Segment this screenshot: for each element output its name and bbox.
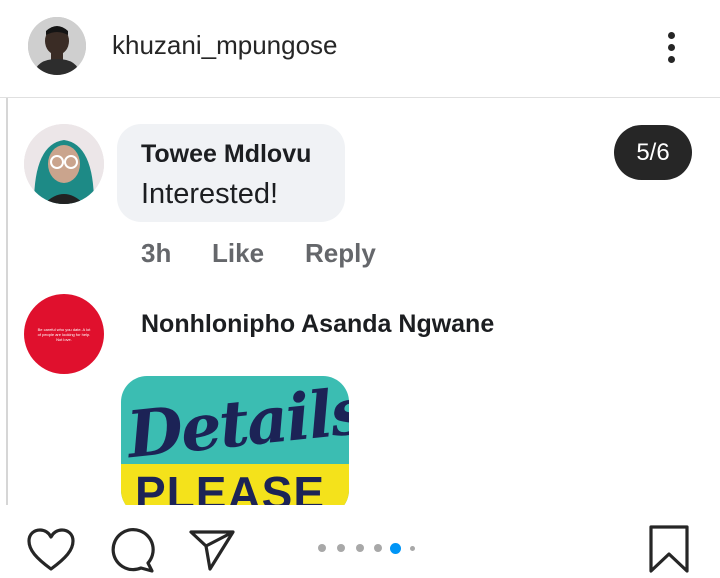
sticker-text: Details — [123, 376, 349, 474]
profile-avatar[interactable] — [28, 17, 86, 75]
post-media[interactable] — [0, 98, 720, 505]
comment-icon[interactable] — [108, 527, 156, 573]
commenter-avatar-2: Be careful who you date. A lot of people… — [24, 294, 104, 374]
username[interactable]: khuzani_mpungose — [112, 30, 338, 61]
comment-time: 3h — [141, 238, 172, 268]
carousel-counter-badge: 5/6 — [614, 125, 692, 180]
carousel-dot-active — [390, 543, 401, 554]
carousel-dot — [374, 544, 382, 552]
carousel-dot — [318, 544, 326, 552]
carousel-dot — [410, 546, 415, 551]
commenter-avatar — [24, 124, 104, 204]
send-icon[interactable] — [188, 528, 236, 572]
comment-text: Interested! — [141, 178, 279, 210]
media-divider — [6, 98, 8, 505]
comment-sticker: PLEASE Details — [121, 376, 349, 516]
carousel-dot — [337, 544, 345, 552]
bookmark-icon[interactable] — [648, 524, 690, 574]
heart-icon[interactable] — [26, 528, 76, 572]
avatar-quote-text: Be careful who you date. A lot of people… — [37, 326, 91, 342]
comment-like-link: Like — [212, 238, 265, 268]
comment-author: Towee Mdlovu — [141, 140, 312, 168]
comment-reply-link: Reply — [305, 238, 376, 268]
post-header: khuzani_mpungose — [0, 0, 720, 98]
more-vertical-icon[interactable] — [660, 28, 684, 68]
comment-author-2: Nonhlonipho Asanda Ngwane — [141, 310, 495, 338]
carousel-dot — [356, 544, 364, 552]
